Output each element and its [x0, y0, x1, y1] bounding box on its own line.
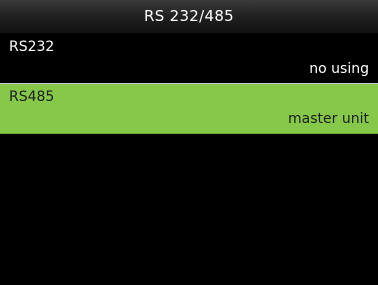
menu-item-value: no using	[309, 61, 369, 77]
menu-item-rs232[interactable]: RS232 no using	[0, 34, 378, 84]
menu-item-label: RS232	[9, 39, 55, 55]
device-screen: RS 232/485 RS232 no using RS485 master u…	[0, 0, 378, 285]
settings-menu: RS232 no using RS485 master unit	[0, 34, 378, 134]
title-bar: RS 232/485	[0, 0, 378, 34]
menu-item-label: RS485	[9, 89, 55, 105]
menu-item-value: master unit	[288, 111, 369, 127]
page-title: RS 232/485	[143, 7, 235, 25]
menu-item-rs485[interactable]: RS485 master unit	[0, 84, 378, 134]
